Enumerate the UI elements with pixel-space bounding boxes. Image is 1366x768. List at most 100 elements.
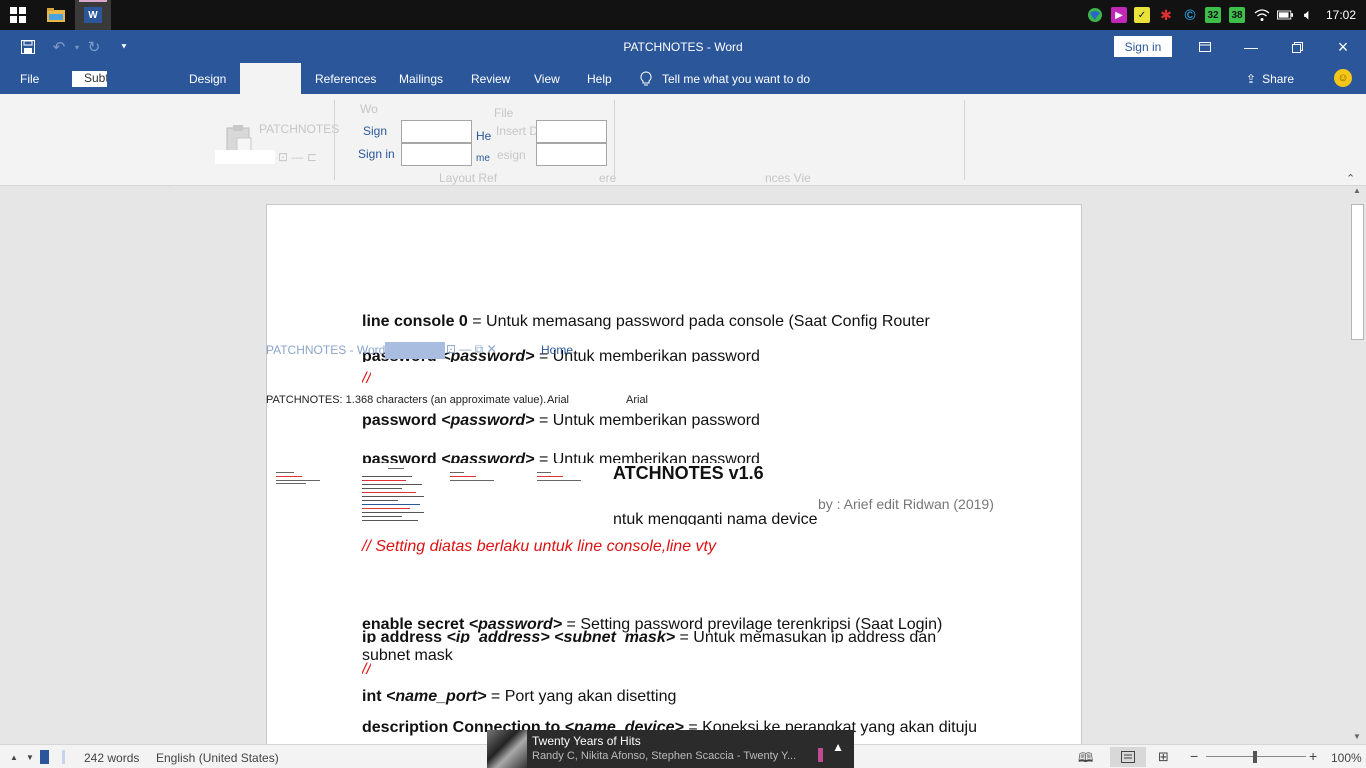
minimize-icon[interactable]: — [1240,36,1262,58]
word-icon: W [84,7,102,23]
language-status[interactable]: English (United States) [156,751,279,765]
document-area: ↶ line console 0 = Untuk memasang passwo… [0,186,1349,744]
doc-byline: by : Arief edit Ridwan (2019) [818,496,994,512]
ghost-sign: Sign [363,124,388,138]
ghost-thumbnail-3 [450,472,496,486]
restore-icon[interactable] [1286,36,1308,58]
ghost-undo-icon: ↶ [166,186,178,193]
tab-subtab[interactable]: Subt [72,71,107,87]
tab-layout-active[interactable] [240,63,301,94]
scroll-thumb[interactable] [1351,204,1364,340]
word-taskbar-button[interactable]: W [75,0,111,30]
doc-comment-line-console: // Setting diatas berlaku untuk line con… [362,538,716,555]
tell-me-box[interactable]: Tell me what you want to do [640,71,810,87]
tab-review[interactable]: Review [471,72,510,86]
ghost-he: He [476,129,492,143]
ribbon-input-1[interactable] [401,120,472,143]
globe-icon[interactable] [1087,7,1103,23]
doc-line-int: int <name_port> = Port yang akan disetti… [362,688,677,705]
media-player-icon[interactable]: ▶ [1111,7,1127,23]
tab-help[interactable]: Help [587,72,612,86]
web-layout-icon[interactable]: ⊞ [1158,749,1169,765]
tab-mailings[interactable]: Mailings [399,72,443,86]
media-title: Twenty Years of Hits [532,734,641,748]
zoom-in-icon[interactable]: + [1309,748,1317,764]
zoom-out-icon[interactable]: − [1190,748,1198,764]
status-up-icon[interactable]: ▲ [10,753,18,762]
sticky-check-icon[interactable]: ✓ [1134,7,1150,23]
ghost-char-count: PATCHNOTES: 1.368 characters (an approxi… [266,394,547,406]
ribbon-input-2[interactable] [401,143,472,166]
doc-line-password: password <password> = Untuk memberikan p… [362,412,760,429]
title-bar: ↶ ▾ ↻ ⯆ PATCHNOTES - Word Sign in — × [0,30,1366,63]
zoom-level[interactable]: 100% [1331,751,1362,765]
ribbon-display-icon[interactable] [1194,36,1216,58]
wifi-icon[interactable] [1254,7,1270,23]
media-subtitle: Randy C, Nikita Afonso, Stephen Scaccia … [532,750,797,762]
ribbon-separator [334,100,335,180]
tab-file[interactable]: File [20,72,39,86]
share-icon: ⇪ [1246,72,1257,86]
ghost-nces: nces Vie [765,171,811,185]
close-icon[interactable]: × [1332,36,1354,58]
file-explorer-button[interactable] [38,0,74,30]
ghost-file: File [494,106,514,120]
page-indicator-2 [62,750,65,764]
ribbon-separator-3 [964,100,965,180]
lightbulb-icon [640,71,652,86]
ghost-window-title: PATCHNOTES - Word [266,343,386,357]
word-count[interactable]: 242 words [84,751,139,765]
doc-heading: ATCHNOTES v1.6 [613,463,764,483]
ghost-home-tab: Home [541,343,574,357]
media-notification[interactable]: Twenty Years of Hits Randy C, Nikita Afo… [487,730,854,768]
ribbon-body: PATCHNOTES ⊡ — ⊏ Wo Sign Sign in File He… [0,94,1366,186]
start-button[interactable] [0,0,36,30]
clock[interactable]: 17:02 [1326,8,1356,22]
temperature-badge-2[interactable]: 38 [1229,7,1245,23]
ccleaner-icon[interactable]: © [1182,7,1198,24]
share-label: Share [1262,72,1295,86]
doc-comment-top: // [362,370,371,384]
tab-design[interactable]: Design [189,72,226,86]
share-button[interactable]: ⇪ Share [1246,72,1294,86]
collapse-ribbon-icon[interactable]: ⌃ [1346,172,1355,185]
print-layout-icon[interactable] [1110,747,1146,767]
scroll-up-icon[interactable]: ▲ [1353,186,1361,195]
vertical-scrollbar[interactable]: ▲ ▼ [1349,186,1366,744]
scroll-down-icon[interactable]: ▼ [1353,732,1361,741]
tab-view[interactable]: View [534,72,560,86]
doc-comment-ip: // [362,661,371,675]
ghost-window-controls-2: ⊡ — ⧉ ✕ [446,342,497,356]
ribbon-input-3[interactable] [536,120,607,143]
expand-up-icon[interactable]: ▲ [832,740,844,754]
zoom-slider-thumb[interactable] [1253,751,1257,763]
ribbon-input-4[interactable] [536,143,607,166]
smiley-feedback-icon[interactable]: ☺ [1334,69,1352,87]
status-down-icon[interactable]: ▼ [26,753,34,762]
ghost-font-2: Arial [626,394,649,406]
ghost-layout: Layout Ref [439,171,498,185]
read-mode-icon[interactable]: 🕮︎ [1078,749,1093,768]
tab-references[interactable]: References [315,72,376,86]
page-indicator[interactable] [40,750,49,764]
taskbar: W ▶ ✓ ✱ © 32 38 🔈︎ 17:02 [0,0,1366,30]
media-progress-indicator [818,748,823,762]
doc-line-ip-address: ip address <ip_address> <subnet_mask> = … [362,629,937,643]
volume-icon[interactable]: 🔈︎ [1300,7,1316,23]
temperature-badge-1[interactable]: 32 [1205,7,1221,23]
bug-icon[interactable]: ✱ [1158,7,1174,23]
tell-me-label: Tell me what you want to do [662,72,811,86]
ghost-sign-in: Sign in [358,147,395,161]
windows-icon [10,7,26,23]
ghost-me: me [476,153,490,164]
album-art [487,730,527,768]
doc-line-hostname-clipped: ntuk mengganti nama device [613,511,818,525]
ribbon-tabs: File Subt Design References Mailings Rev… [0,63,1366,94]
ghost-window-controls: ⊡ — ⊏ [278,150,317,164]
ribbon-separator-2 [614,100,615,180]
ghost-design: esign [497,148,526,162]
battery-icon[interactable] [1277,7,1293,23]
ghost-patchnotes: PATCHNOTES [259,122,340,136]
sign-in-button[interactable]: Sign in [1114,36,1172,57]
doc-line-subnet-mask: subnet mask [362,647,453,664]
